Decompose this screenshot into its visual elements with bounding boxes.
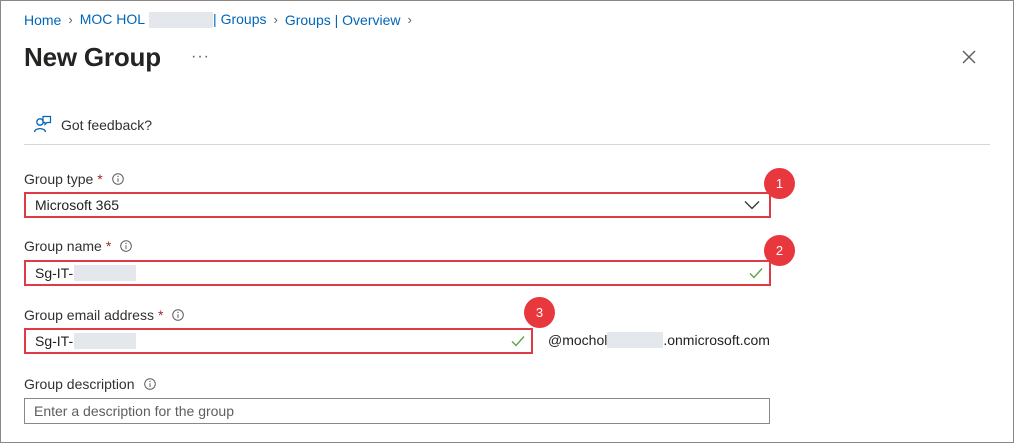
redacted-block — [74, 333, 137, 349]
group-description-label-text: Group description — [24, 376, 135, 392]
group-description-input[interactable] — [24, 398, 770, 424]
page-title: New Group — [24, 42, 161, 72]
info-icon[interactable] — [111, 173, 124, 185]
chevron-right-icon: › — [68, 12, 73, 28]
breadcrumb-home[interactable]: Home — [24, 12, 61, 28]
required-asterisk: * — [157, 307, 164, 323]
more-options-icon[interactable]: ··· — [191, 48, 210, 66]
feedback-button[interactable]: Got feedback? — [32, 115, 152, 135]
group-name-label-text: Group name — [24, 238, 102, 254]
chevron-right-icon: › — [407, 12, 412, 28]
close-icon[interactable] — [958, 46, 980, 68]
email-domain-prefix: @mochol — [548, 332, 608, 348]
group-type-dropdown[interactable]: Microsoft 365 — [24, 192, 771, 218]
required-asterisk: * — [97, 171, 103, 187]
checkmark-icon — [749, 268, 763, 279]
redacted-block — [74, 265, 137, 281]
toolbar-divider — [24, 144, 990, 145]
group-name-input[interactable]: Sg-IT- — [24, 260, 771, 286]
required-asterisk: * — [105, 238, 112, 254]
group-type-value: Microsoft 365 — [35, 197, 120, 213]
breadcrumb-groups-overview[interactable]: Groups | Overview — [285, 12, 401, 28]
email-domain-tld: .onmicrosoft.com — [663, 332, 770, 348]
feedback-label: Got feedback? — [61, 117, 153, 133]
group-email-label: Group email address * — [24, 307, 185, 323]
chevron-down-icon — [744, 201, 760, 210]
info-icon[interactable] — [143, 378, 156, 390]
group-name-label: Group name * — [24, 238, 133, 254]
chevron-right-icon: › — [273, 12, 278, 28]
info-icon[interactable] — [120, 240, 133, 252]
info-icon[interactable] — [172, 309, 185, 321]
group-type-label: Group type * — [24, 171, 124, 187]
callout-badge-3: 3 — [524, 297, 555, 328]
callout-badge-2: 2 — [764, 235, 795, 266]
redacted-block — [149, 12, 214, 29]
group-email-value: Sg-IT- — [35, 333, 74, 349]
group-email-input[interactable]: Sg-IT- — [24, 328, 533, 354]
group-email-label-text: Group email address — [24, 307, 154, 323]
breadcrumb: Home › MOC HOL | Groups › Groups | Overvi… — [24, 11, 419, 29]
group-type-label-text: Group type — [24, 171, 94, 187]
breadcrumb-tenant-prefix: MOC HOL — [79, 11, 146, 27]
breadcrumb-tenant-groups[interactable]: MOC HOL | Groups — [79, 11, 267, 29]
feedback-person-icon — [33, 115, 52, 133]
callout-badge-1: 1 — [764, 168, 795, 199]
group-name-value: Sg-IT- — [35, 265, 74, 281]
email-domain-suffix: @mochol .onmicrosoft.com — [548, 332, 770, 348]
checkmark-icon — [511, 336, 525, 347]
group-description-label: Group description — [24, 376, 156, 392]
breadcrumb-tenant-suffix: | Groups — [213, 11, 267, 27]
redacted-block — [607, 332, 664, 348]
